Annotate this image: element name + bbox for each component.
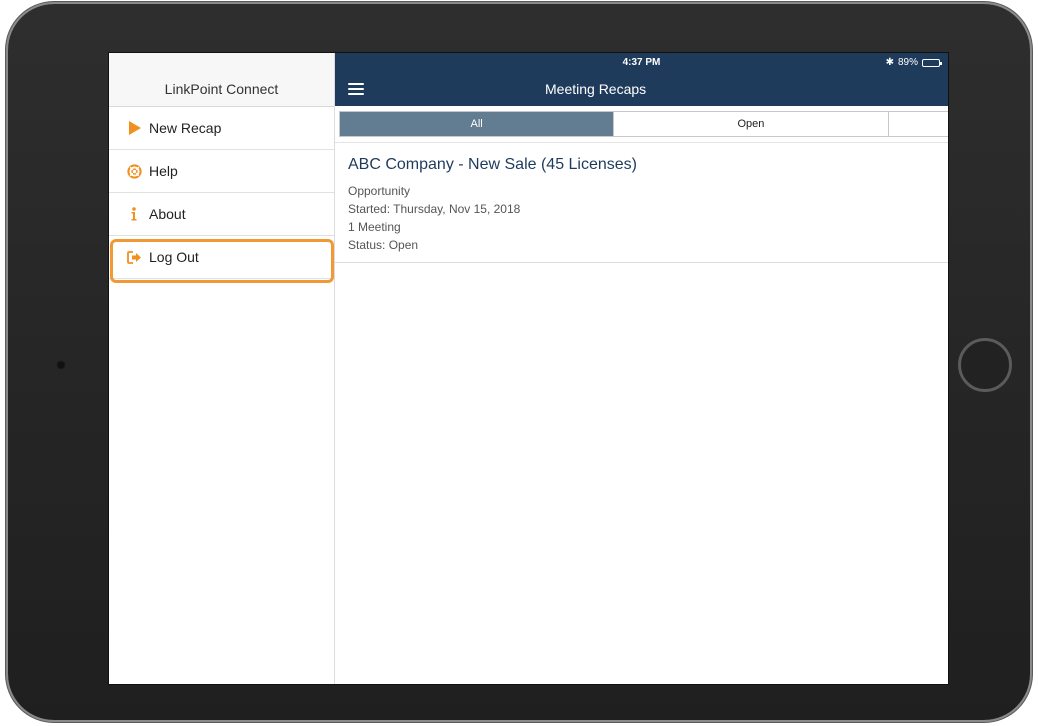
sidebar: LinkPoint Connect New Recap Help About L…: [109, 53, 335, 684]
battery-icon: [922, 58, 942, 67]
sidebar-menu: New Recap Help About Log Out: [109, 107, 334, 279]
segment-all[interactable]: All: [340, 112, 615, 136]
recap-status: Status: Open: [348, 238, 419, 252]
list-item[interactable]: ABC Company - New Sale (45 Licenses) Opp…: [335, 143, 948, 263]
home-button[interactable]: [958, 338, 1012, 392]
sidebar-title: LinkPoint Connect: [109, 73, 334, 107]
sidebar-item-about[interactable]: About: [109, 193, 334, 236]
filter-segmented-control: All Open: [339, 111, 948, 137]
sidebar-item-log-out[interactable]: Log Out: [109, 236, 334, 279]
sidebar-item-new-recap[interactable]: New Recap: [109, 107, 334, 150]
sidebar-item-label: New Recap: [149, 120, 222, 136]
status-battery: ✱ 89%: [885, 57, 942, 68]
navbar: Meeting Recaps: [335, 73, 948, 106]
sidebar-item-help[interactable]: Help: [109, 150, 334, 193]
page-title: Meeting Recaps: [545, 81, 647, 97]
recap-title: ABC Company - New Sale (45 Licenses): [348, 156, 638, 173]
lifebuoy-icon: [125, 163, 143, 179]
front-camera: [56, 360, 66, 370]
sidebar-item-label: About: [149, 206, 186, 222]
status-time: 4:37 PM: [622, 57, 661, 68]
info-icon: [125, 207, 143, 221]
hamburger-menu-icon[interactable]: [348, 83, 364, 95]
bluetooth-icon: ✱: [885, 57, 894, 68]
sidebar-item-label: Log Out: [149, 249, 199, 265]
recap-started: Started: Thursday, Nov 15, 2018: [348, 202, 521, 216]
tablet-frame: LinkPoint Connect New Recap Help About L…: [8, 4, 1030, 720]
segment-next[interactable]: [889, 112, 948, 136]
screen: LinkPoint Connect New Recap Help About L…: [108, 52, 949, 685]
status-bar-left: [109, 53, 334, 73]
status-bar: 4:37 PM ✱ 89%: [335, 53, 948, 73]
play-icon: [125, 121, 143, 135]
segment-open[interactable]: Open: [614, 112, 889, 136]
recap-meetings: 1 Meeting: [348, 220, 401, 234]
main-panel: 4:37 PM ✱ 89% Meeting Recaps All Open AB…: [335, 53, 948, 684]
recap-type: Opportunity: [348, 184, 411, 198]
sidebar-item-label: Help: [149, 163, 178, 179]
battery-percent: 89%: [897, 57, 918, 68]
sign-out-icon: [125, 250, 143, 264]
